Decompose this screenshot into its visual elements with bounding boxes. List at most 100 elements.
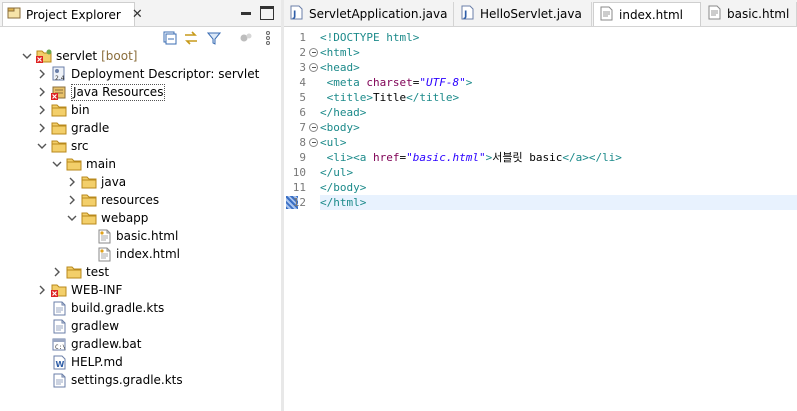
fold-toggle-icon[interactable]	[309, 123, 318, 132]
folder-icon	[51, 120, 67, 136]
tab-servlet-application-java[interactable]: J ServletApplication.java	[284, 2, 454, 26]
code-token: <!DOCTYPE html>	[320, 31, 420, 44]
chevron-right-icon[interactable]	[37, 87, 47, 97]
chevron-right-icon[interactable]	[67, 195, 77, 205]
chevron-down-icon[interactable]	[37, 141, 47, 151]
code-line[interactable]: <ul>	[320, 135, 797, 150]
tree-item-label: resources	[101, 193, 160, 207]
folder-icon	[66, 264, 82, 280]
link-with-editor-icon[interactable]	[183, 30, 199, 46]
minimize-button[interactable]	[239, 6, 253, 20]
tree-item[interactable]: src	[37, 137, 89, 155]
code-token: 서블릿 basic	[492, 151, 563, 164]
tree-item[interactable]: settings.gradle.kts	[37, 371, 183, 389]
line-number-text: 1	[299, 31, 306, 44]
code-token: </head>	[320, 106, 367, 119]
tree-item[interactable]: java	[67, 173, 126, 191]
code-line[interactable]: <li><a href="basic.html">서블릿 basic</a></…	[320, 150, 797, 165]
line-number-text: 9	[299, 151, 306, 164]
tree-item-label: index.html	[116, 247, 180, 261]
tree-item[interactable]: basic.html	[82, 227, 178, 245]
tree-item-label: Java Resources	[71, 83, 166, 101]
line-number-gutter[interactable]: 1 2 3 4 5 6 7 8 9 10 11 12	[284, 27, 320, 411]
tab-project-explorer[interactable]: Project Explorer ✕	[2, 2, 143, 26]
tree-item[interactable]: bin	[37, 101, 90, 119]
chevron-right-icon[interactable]	[37, 123, 47, 133]
collapse-all-icon[interactable]	[162, 30, 178, 46]
tab-hello-servlet-java[interactable]: J HelloServlet.java	[455, 2, 592, 26]
fold-toggle-icon[interactable]	[309, 63, 318, 72]
line-number-text: 4	[299, 76, 306, 89]
code-line[interactable]: <title>Title</title>	[320, 90, 797, 105]
chevron-right-icon[interactable]	[52, 267, 62, 277]
filter-icon[interactable]	[206, 30, 222, 46]
tree-item[interactable]: C:\ gradlew.bat	[37, 335, 141, 353]
tree-item[interactable]: main	[52, 155, 116, 173]
line-number-text: 6	[299, 106, 306, 119]
view-menu-icon[interactable]	[260, 30, 276, 46]
tree-item-label: basic.html	[116, 229, 179, 243]
tree-item[interactable]: servlet [boot]	[22, 47, 137, 65]
java-file-icon: J	[290, 5, 303, 23]
line-number: 3	[284, 60, 320, 75]
code-token: </ul>	[320, 166, 354, 179]
tree-item[interactable]: WEB-INF	[37, 281, 122, 299]
code-line[interactable]: </ul>	[320, 165, 797, 180]
project-icon	[36, 48, 52, 64]
chevron-right-icon[interactable]	[37, 285, 47, 295]
folder-icon	[51, 138, 67, 154]
tab-index-html[interactable]: index.html	[593, 2, 701, 26]
tree-item[interactable]: gradle	[37, 119, 109, 137]
tree-item[interactable]: build.gradle.kts	[37, 299, 164, 317]
chevron-right-icon[interactable]	[37, 69, 47, 79]
line-number: 10	[284, 165, 320, 180]
tree-item[interactable]: gradlew	[37, 317, 119, 335]
code-line[interactable]: </body>	[320, 180, 797, 195]
tree-item-label: gradlew.bat	[71, 337, 142, 351]
fold-toggle-icon[interactable]	[309, 48, 318, 57]
folder-icon	[81, 192, 97, 208]
code-line[interactable]: <html>	[320, 45, 797, 60]
tab-basic-html[interactable]: basic.html	[702, 2, 797, 26]
tree-item[interactable]: test	[52, 263, 109, 281]
chevron-down-icon[interactable]	[67, 213, 77, 223]
close-icon[interactable]: ✕	[132, 7, 143, 22]
line-number-text: 2	[299, 46, 306, 59]
line-number: 12	[284, 195, 320, 210]
file-icon	[51, 300, 67, 316]
project-explorer-icon	[7, 6, 21, 23]
tree-item-decoration: [boot]	[101, 49, 138, 63]
editor-area: J ServletApplication.java J HelloServlet…	[284, 0, 797, 411]
chevron-right-icon[interactable]	[37, 105, 47, 115]
line-number: 2	[284, 45, 320, 60]
code-line[interactable]: </head>	[320, 105, 797, 120]
line-number-text: 12	[292, 196, 306, 209]
tree-item[interactable]: Java Resources	[37, 83, 166, 101]
tree-item[interactable]: W HELP.md	[37, 353, 123, 371]
tree-item[interactable]: webapp	[67, 209, 148, 227]
tree-item-label: gradlew	[71, 319, 120, 333]
code-line[interactable]: </html>	[320, 195, 797, 210]
tab-project-explorer-label: Project Explorer	[26, 7, 121, 22]
tree-item[interactable]: index.html	[82, 245, 180, 263]
chevron-right-icon[interactable]	[67, 177, 77, 187]
code-line[interactable]: <meta charset="UTF-8">	[320, 75, 797, 90]
code-line[interactable]: <body>	[320, 120, 797, 135]
code-token: <head>	[320, 61, 360, 74]
editor-tab-bar: J ServletApplication.java J HelloServlet…	[284, 0, 797, 27]
chevron-down-icon[interactable]	[52, 159, 62, 169]
tree-item[interactable]: 2.4 Deployment Descriptor: servlet	[37, 65, 259, 83]
line-number-text: 3	[299, 61, 306, 74]
code-line[interactable]: <!DOCTYPE html>	[320, 30, 797, 45]
fold-toggle-icon[interactable]	[309, 138, 318, 147]
code-line[interactable]: <head>	[320, 60, 797, 75]
maximize-button[interactable]	[260, 6, 274, 20]
tree-item[interactable]: resources	[67, 191, 159, 209]
code-token: Title	[372, 91, 407, 104]
line-number-text: 8	[299, 136, 306, 149]
tree-item-label: settings.gradle.kts	[71, 373, 183, 387]
chevron-down-icon[interactable]	[22, 51, 32, 61]
focus-tasks-icon[interactable]	[238, 30, 254, 46]
